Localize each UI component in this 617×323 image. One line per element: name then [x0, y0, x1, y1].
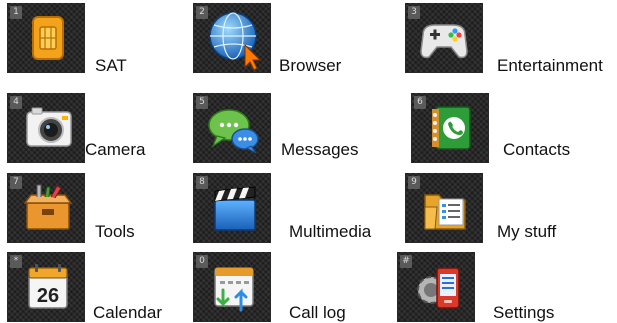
entertainment-tile[interactable]: 3 — [405, 3, 483, 73]
calendar-day-number: 26 — [37, 285, 59, 307]
calendar-icon: 26 — [28, 264, 68, 309]
globe-icon — [209, 12, 262, 71]
menu-label-camera: Camera — [85, 140, 146, 159]
menu-label-entertainment: Entertainment — [497, 56, 603, 75]
menu-label-contacts: Contacts — [503, 140, 571, 159]
multimedia-tile[interactable]: 8 — [193, 173, 271, 243]
folder-icon — [424, 194, 466, 230]
menu-label-browser: Browser — [279, 56, 342, 75]
settings-tile[interactable]: # — [397, 252, 475, 322]
camera-icon — [26, 107, 72, 147]
menu-label-multimedia: Multimedia — [289, 222, 372, 241]
call-log-icon — [214, 267, 254, 312]
menu-label-sat: SAT — [95, 56, 127, 75]
menu-label-messages: Messages — [281, 140, 359, 159]
menu-label-calendar: Calendar — [93, 303, 162, 322]
menu-label-my-stuff: My stuff — [497, 222, 557, 241]
menu-label-tools: Tools — [95, 222, 135, 241]
sat-tile[interactable]: 1 — [7, 3, 85, 73]
toolbox-icon — [23, 184, 73, 230]
address-book-icon — [432, 106, 471, 150]
calendar-tile[interactable]: * 26 — [7, 252, 85, 322]
tools-tile[interactable]: 7 — [7, 173, 85, 243]
call-log-tile[interactable]: 0 — [193, 252, 271, 322]
contacts-tile[interactable]: 6 — [411, 93, 489, 163]
chat-bubbles-icon — [208, 109, 259, 154]
sim-card-icon — [32, 16, 64, 60]
clapperboard-icon — [214, 186, 256, 231]
settings-icon — [417, 267, 460, 309]
messages-tile[interactable]: 5 — [193, 93, 271, 163]
my-stuff-tile[interactable]: 9 — [405, 173, 483, 243]
menu-label-call-log: Call log — [289, 303, 346, 322]
camera-tile[interactable]: 4 — [7, 93, 85, 163]
menu-label-settings: Settings — [493, 303, 555, 322]
browser-tile[interactable]: 2 — [193, 3, 271, 73]
gamepad-icon — [420, 24, 468, 59]
